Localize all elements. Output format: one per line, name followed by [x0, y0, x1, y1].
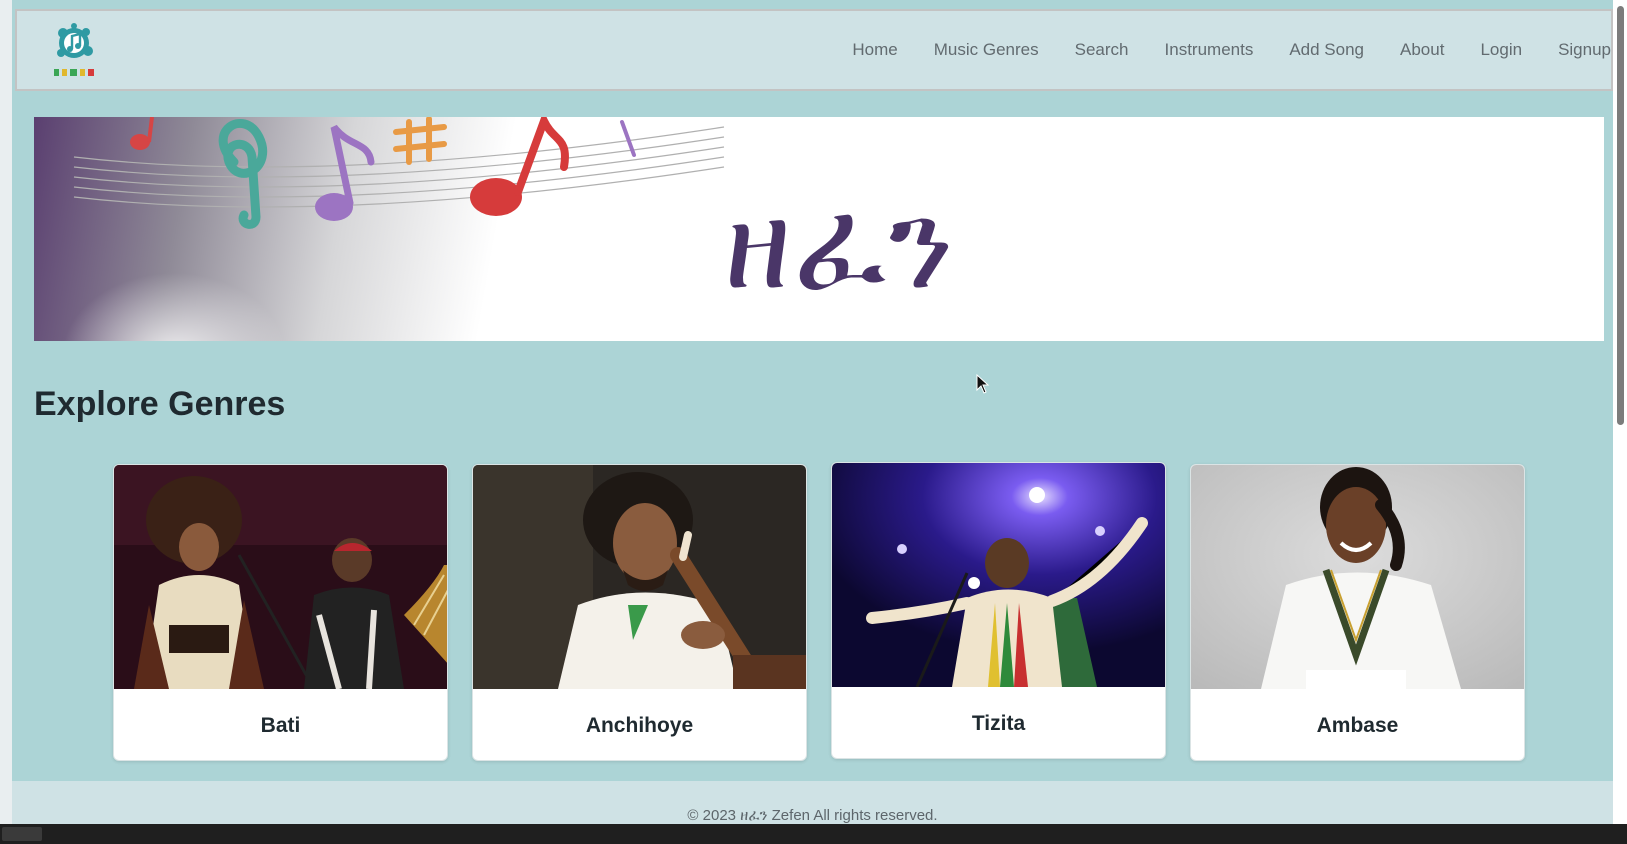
taskbar-item[interactable]: [2, 827, 42, 841]
page-scrollbar[interactable]: [1613, 0, 1627, 824]
navbar: Home Music Genres Search Instruments Add…: [15, 9, 1613, 91]
singer-and-harp-player-photo: [114, 465, 447, 689]
explore-genres-heading: Explore Genres: [34, 385, 286, 423]
hero-banner: ዘፈን: [34, 117, 1604, 341]
genre-card-anchihoye[interactable]: Anchihoye: [472, 464, 807, 761]
scrollbar-thumb[interactable]: [1617, 6, 1624, 425]
smiling-woman-portrait-photo: [1191, 465, 1524, 689]
genre-card-label: Anchihoye: [585, 713, 694, 737]
copyright-text: © 2023 ዘፈን Zefen All rights reserved.: [687, 807, 938, 824]
hero-title: ዘፈን: [724, 173, 956, 317]
nav-about[interactable]: About: [1400, 40, 1444, 60]
nav-instruments[interactable]: Instruments: [1165, 40, 1254, 60]
genre-card-label: Bati: [260, 713, 301, 737]
main-nav: Home Music Genres Search Instruments Add…: [852, 11, 1611, 89]
flute-player-photo: [473, 465, 806, 689]
nav-search[interactable]: Search: [1075, 40, 1129, 60]
nav-home[interactable]: Home: [852, 40, 897, 60]
nav-login[interactable]: Login: [1480, 40, 1522, 60]
page-viewport: Home Music Genres Search Instruments Add…: [12, 0, 1613, 824]
genre-card-bati[interactable]: Bati: [113, 464, 448, 761]
nav-signup[interactable]: Signup: [1558, 40, 1611, 60]
genre-card-label: Ambase: [1316, 713, 1399, 737]
singer-on-stage-photo: [832, 463, 1165, 687]
taskbar: [0, 824, 1627, 844]
nav-add-song[interactable]: Add Song: [1289, 40, 1364, 60]
footer: © 2023 ዘፈን Zefen All rights reserved.: [12, 781, 1613, 824]
nav-music-genres[interactable]: Music Genres: [934, 40, 1039, 60]
music-note-splash-icon: [54, 23, 94, 76]
genre-card-tizita[interactable]: Tizita: [831, 462, 1166, 759]
window-left-edge: [0, 0, 12, 824]
genre-card-ambase[interactable]: Ambase: [1190, 464, 1525, 761]
brand-logo[interactable]: [50, 19, 102, 81]
mouse-pointer-icon: [976, 374, 990, 394]
genre-card-label: Tizita: [971, 711, 1026, 735]
